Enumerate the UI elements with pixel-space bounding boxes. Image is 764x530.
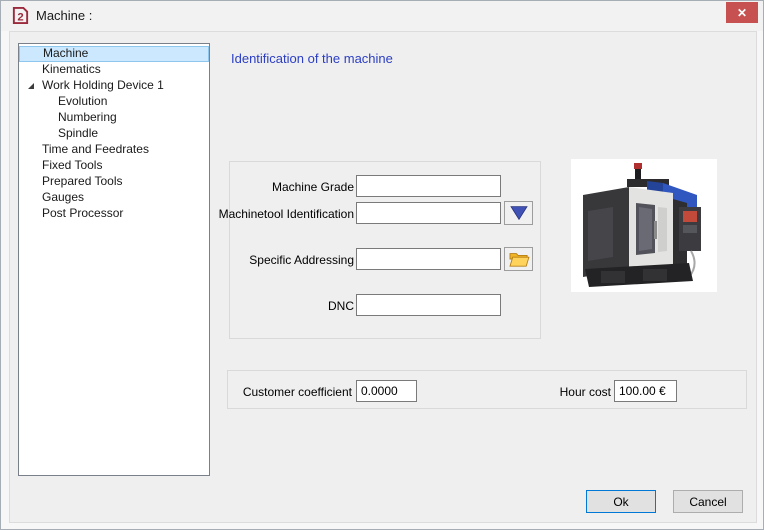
window-title: Machine : [36, 8, 93, 23]
open-folder-icon [508, 253, 530, 267]
machinetool-dropdown-button[interactable] [504, 201, 533, 225]
tree-item-label: Work Holding Device 1 [42, 78, 164, 92]
triangle-down-icon [509, 206, 528, 221]
tree-item-label: Machine [43, 46, 89, 60]
svg-text:2: 2 [17, 11, 23, 23]
hour-cost-label: Hour cost [559, 385, 611, 399]
tree-item-label: Post Processor [42, 206, 124, 220]
machine-photo [571, 159, 717, 292]
sidebar-item-fixed-tools[interactable]: Fixed Tools [19, 158, 209, 174]
sidebar-item-prepared-tools[interactable]: Prepared Tools [19, 174, 209, 190]
cnc-machine-image [571, 159, 717, 292]
dnc-field[interactable] [356, 294, 501, 316]
hour-cost-field[interactable] [614, 380, 677, 402]
sidebar-item-spindle[interactable]: Spindle [19, 126, 209, 142]
tree-item-label: Prepared Tools [42, 174, 123, 188]
customer-coefficient-field[interactable] [356, 380, 417, 402]
tree-item-label: Evolution [58, 94, 108, 108]
sidebar-item-work-holding-device-1[interactable]: Work Holding Device 1 [19, 78, 209, 94]
specific-addressing-label: Specific Addressing [249, 253, 354, 267]
tree-item-label: Fixed Tools [42, 158, 103, 172]
machinetool-identification-field[interactable] [356, 202, 501, 224]
sidebar-item-evolution[interactable]: Evolution [19, 94, 209, 110]
tree-item-label: Time and Feedrates [42, 142, 149, 156]
machine-dialog: 2 Machine : ✕ Machine Kinematics Work Ho… [0, 0, 764, 530]
sidebar-item-numbering[interactable]: Numbering [19, 110, 209, 126]
page-title: Identification of the machine [231, 51, 393, 66]
tree-item-label: Numbering [58, 110, 117, 124]
cancel-button-label: Cancel [689, 494, 727, 509]
machine-grade-field[interactable] [356, 175, 501, 197]
sidebar-item-post-processor[interactable]: Post Processor [19, 206, 209, 222]
customer-coefficient-label: Customer coefficient [242, 385, 352, 399]
close-icon: ✕ [736, 5, 748, 20]
tree-expander-icon[interactable] [28, 83, 34, 89]
app-logo-icon: 2 [12, 6, 29, 25]
dnc-label: DNC [328, 299, 354, 313]
tree-item-label: Gauges [42, 190, 85, 204]
machinetool-identification-label: Machinetool Identification [218, 207, 354, 221]
cancel-button[interactable]: Cancel [673, 490, 743, 513]
ok-button[interactable]: Ok [586, 490, 656, 513]
machine-grade-label: Machine Grade [271, 180, 354, 194]
close-button[interactable]: ✕ [726, 2, 758, 23]
sidebar-item-machine[interactable]: Machine [19, 46, 209, 62]
sidebar-item-gauges[interactable]: Gauges [19, 190, 209, 206]
specific-addressing-field[interactable] [356, 248, 501, 270]
ok-button-label: Ok [613, 494, 629, 509]
tree-item-label: Spindle [58, 126, 99, 140]
title-bar: 2 Machine : ✕ [1, 1, 763, 31]
tree-item-label: Kinematics [42, 62, 101, 76]
specific-addressing-browse-button[interactable] [504, 247, 533, 271]
sidebar-item-time-and-feedrates[interactable]: Time and Feedrates [19, 142, 209, 158]
settings-tree: Machine Kinematics Work Holding Device 1… [18, 43, 210, 476]
sidebar-item-kinematics[interactable]: Kinematics [19, 62, 209, 78]
